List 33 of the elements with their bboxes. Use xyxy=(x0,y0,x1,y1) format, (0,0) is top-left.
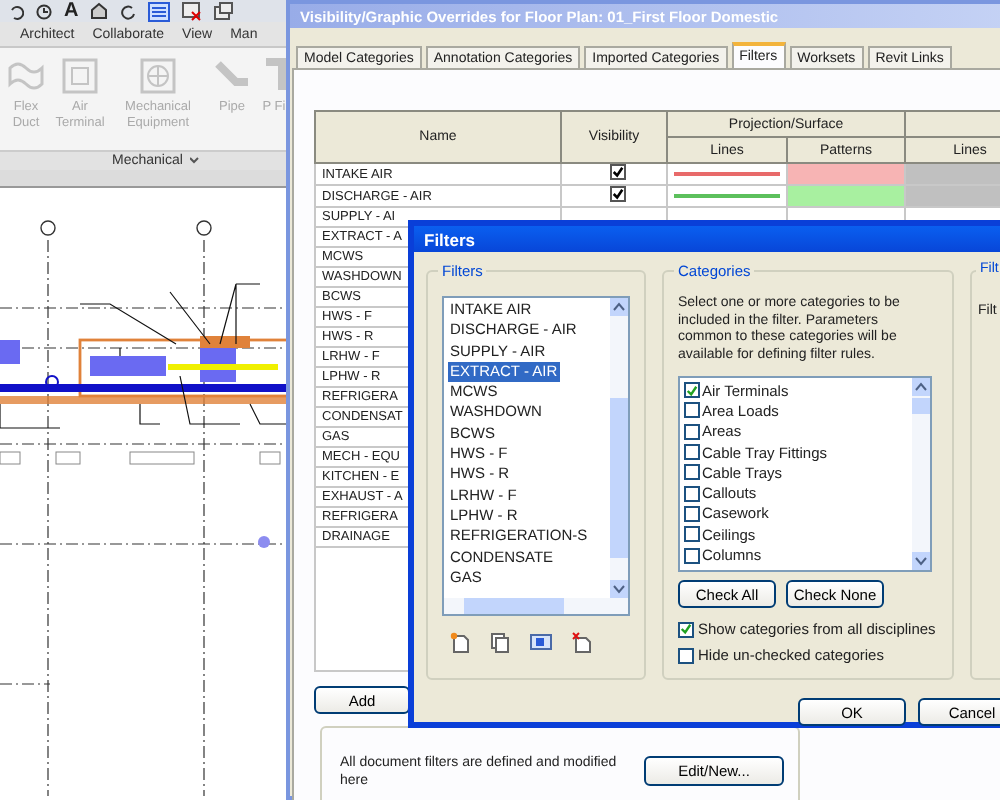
scrollbar-thumb[interactable] xyxy=(464,598,564,614)
checkbox[interactable] xyxy=(684,526,700,543)
scrollbar-thumb[interactable] xyxy=(610,398,628,558)
rename-icon[interactable] xyxy=(530,632,552,652)
expand-icon[interactable] xyxy=(190,156,201,167)
checkbox[interactable] xyxy=(609,164,625,180)
delete-icon[interactable] xyxy=(572,632,592,654)
checkbox[interactable] xyxy=(678,647,694,663)
scroll-up-icon[interactable] xyxy=(912,378,930,396)
rotate-icon[interactable] xyxy=(120,3,137,20)
checkbox[interactable] xyxy=(684,464,700,481)
close-window-icon[interactable] xyxy=(182,1,203,22)
text-tool[interactable]: A xyxy=(64,1,79,22)
clock-icon[interactable] xyxy=(36,3,52,20)
tile-icon[interactable] xyxy=(148,1,171,22)
scroll-down-icon[interactable] xyxy=(610,580,628,598)
checkbox[interactable] xyxy=(678,621,694,637)
scrollbar-thumb[interactable] xyxy=(912,398,930,414)
checkbox[interactable] xyxy=(684,485,700,502)
checkbox[interactable] xyxy=(684,547,700,564)
checkbox[interactable] xyxy=(609,186,625,202)
undo-icon[interactable] xyxy=(8,3,24,20)
copy-icon[interactable] xyxy=(490,632,510,654)
checkbox[interactable] xyxy=(684,423,700,440)
checkbox[interactable] xyxy=(684,505,700,522)
window-title: Filters xyxy=(414,226,1000,252)
scroll-up-icon[interactable] xyxy=(610,298,628,316)
checkbox[interactable] xyxy=(684,444,700,461)
new-document-icon[interactable] xyxy=(450,632,470,654)
windows-icon[interactable] xyxy=(214,1,235,22)
checkbox[interactable] xyxy=(684,382,700,399)
checkbox[interactable] xyxy=(684,402,700,419)
scroll-down-icon[interactable] xyxy=(912,552,930,570)
